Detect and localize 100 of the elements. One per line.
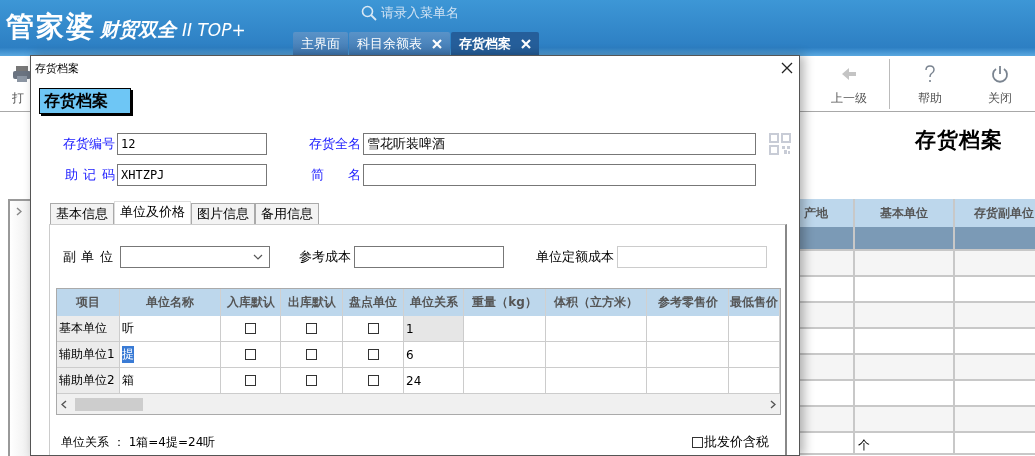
table-cell[interactable] bbox=[546, 368, 647, 394]
toolbar-button[interactable]: 上一级 bbox=[814, 60, 884, 107]
column-header[interactable]: 单位关系 bbox=[404, 289, 464, 316]
column-header[interactable]: 产地 bbox=[800, 199, 855, 227]
heading-button[interactable]: 存货档案 bbox=[39, 88, 131, 114]
tab[interactable]: 存货档案 bbox=[451, 32, 539, 56]
table-cell[interactable] bbox=[855, 407, 955, 433]
table-cell[interactable] bbox=[800, 227, 855, 251]
table-cell[interactable] bbox=[800, 303, 855, 329]
table-cell[interactable] bbox=[546, 342, 647, 368]
chevron-left-icon[interactable] bbox=[61, 399, 67, 409]
column-header[interactable]: 单位名称 bbox=[120, 289, 221, 316]
checkbox[interactable] bbox=[306, 349, 317, 360]
table-cell[interactable] bbox=[729, 342, 780, 368]
table-cell[interactable] bbox=[955, 303, 1035, 329]
search-icon[interactable] bbox=[361, 5, 377, 21]
column-header[interactable]: 项目 bbox=[57, 289, 120, 316]
checkbox[interactable] bbox=[306, 323, 317, 334]
table-cell[interactable] bbox=[464, 316, 546, 342]
table-cell[interactable] bbox=[647, 342, 729, 368]
checkbox[interactable] bbox=[367, 375, 379, 386]
table-cell[interactable] bbox=[955, 227, 1035, 251]
column-header[interactable]: 存货副单位 bbox=[955, 199, 1035, 227]
scrollbar-thumb[interactable] bbox=[75, 398, 143, 411]
tab[interactable]: 科目余额表 bbox=[349, 32, 450, 56]
chevron-down-icon[interactable] bbox=[253, 254, 263, 260]
table-cell[interactable] bbox=[464, 342, 546, 368]
column-header[interactable]: 参考零售价 bbox=[647, 289, 729, 316]
toolbar-button[interactable]: 帮助 bbox=[895, 60, 965, 107]
table-cell[interactable] bbox=[855, 355, 955, 381]
tab[interactable]: 主界面 bbox=[293, 32, 348, 56]
table-cell[interactable] bbox=[546, 316, 647, 342]
column-header[interactable]: 入库默认 bbox=[221, 289, 281, 316]
table-cell[interactable]: 6 bbox=[404, 342, 464, 368]
input-field[interactable]: 12 bbox=[117, 133, 267, 155]
unit-relation-text: 单位关系 ： 1箱=4提=24听 bbox=[61, 433, 216, 451]
toolbar-button[interactable]: 打 bbox=[12, 60, 32, 107]
table-cell[interactable] bbox=[955, 251, 1035, 277]
tax-checkbox[interactable]: 批发价含税 bbox=[692, 433, 769, 451]
checkbox[interactable] bbox=[245, 375, 256, 386]
column-header[interactable]: 体积（立方米） bbox=[546, 289, 647, 316]
table-cell[interactable] bbox=[800, 433, 855, 455]
checkbox[interactable] bbox=[367, 349, 379, 360]
table-cell[interactable]: 箱 bbox=[120, 368, 221, 394]
column-header[interactable]: 盘点单位 bbox=[343, 289, 404, 316]
table-cell[interactable]: 24 bbox=[404, 368, 464, 394]
field-label: 单位定额成本 bbox=[536, 248, 614, 266]
checkbox[interactable] bbox=[245, 323, 256, 334]
table-cell[interactable] bbox=[855, 381, 955, 407]
toolbar-button[interactable]: 关闭 bbox=[965, 60, 1035, 107]
logo-text: 管家婆 bbox=[6, 9, 96, 45]
input-field[interactable] bbox=[354, 246, 504, 268]
close-icon[interactable] bbox=[781, 62, 793, 74]
table-cell[interactable] bbox=[800, 251, 855, 277]
input-field[interactable] bbox=[617, 246, 767, 268]
table-cell[interactable]: 听 bbox=[120, 316, 221, 342]
edition-label: II TOP+ bbox=[182, 20, 246, 40]
table-cell[interactable] bbox=[855, 227, 955, 251]
chevron-right-icon[interactable] bbox=[770, 399, 776, 409]
tab[interactable]: 图片信息 bbox=[191, 203, 255, 224]
table-cell[interactable] bbox=[855, 277, 955, 303]
tab[interactable]: 备用信息 bbox=[255, 203, 319, 224]
table-cell[interactable] bbox=[729, 368, 780, 394]
table-cell[interactable]: 个 bbox=[855, 433, 955, 455]
field-label: 简 名 bbox=[311, 166, 361, 184]
table-cell[interactable] bbox=[647, 368, 729, 394]
table-cell[interactable] bbox=[855, 303, 955, 329]
column-header[interactable]: 最低售价 bbox=[729, 289, 780, 316]
table-cell[interactable] bbox=[855, 329, 955, 355]
qr-code-icon[interactable] bbox=[769, 133, 791, 155]
column-header[interactable]: 基本单位 bbox=[855, 199, 955, 227]
table-cell[interactable] bbox=[800, 355, 855, 381]
row-header: 基本单位 bbox=[57, 316, 120, 342]
power-icon[interactable] bbox=[990, 64, 1010, 84]
table-cell[interactable] bbox=[800, 407, 855, 433]
input-field[interactable] bbox=[363, 164, 756, 186]
table-cell[interactable] bbox=[955, 355, 1035, 381]
table-cell[interactable] bbox=[800, 277, 855, 303]
field-label: 副 单 位 bbox=[63, 248, 113, 266]
column-header[interactable]: 重量（kg） bbox=[464, 289, 546, 316]
tab[interactable]: 基本信息 bbox=[50, 203, 114, 224]
row-header: 辅助单位1 bbox=[57, 342, 120, 368]
checkbox[interactable] bbox=[245, 349, 256, 360]
table-cell[interactable] bbox=[464, 368, 546, 394]
checkbox[interactable] bbox=[306, 375, 317, 386]
chevron-right-icon[interactable] bbox=[16, 207, 22, 216]
table-cell[interactable] bbox=[729, 316, 780, 342]
table-cell[interactable]: 1 bbox=[404, 316, 464, 342]
tab[interactable]: 单位及价格 bbox=[114, 201, 191, 224]
table-cell[interactable] bbox=[647, 316, 729, 342]
input-field[interactable]: XHTZPJ bbox=[117, 164, 267, 186]
table-cell[interactable] bbox=[855, 251, 955, 277]
table-cell[interactable] bbox=[955, 407, 1035, 433]
table-cell[interactable] bbox=[800, 329, 855, 355]
input-field[interactable]: 雪花听装啤酒 bbox=[363, 133, 756, 155]
column-header[interactable]: 出库默认 bbox=[281, 289, 343, 316]
dropdown-field[interactable] bbox=[120, 246, 270, 268]
table-cell[interactable] bbox=[800, 381, 855, 407]
checkbox[interactable] bbox=[367, 323, 379, 334]
table-cell[interactable]: 提 bbox=[120, 342, 221, 368]
